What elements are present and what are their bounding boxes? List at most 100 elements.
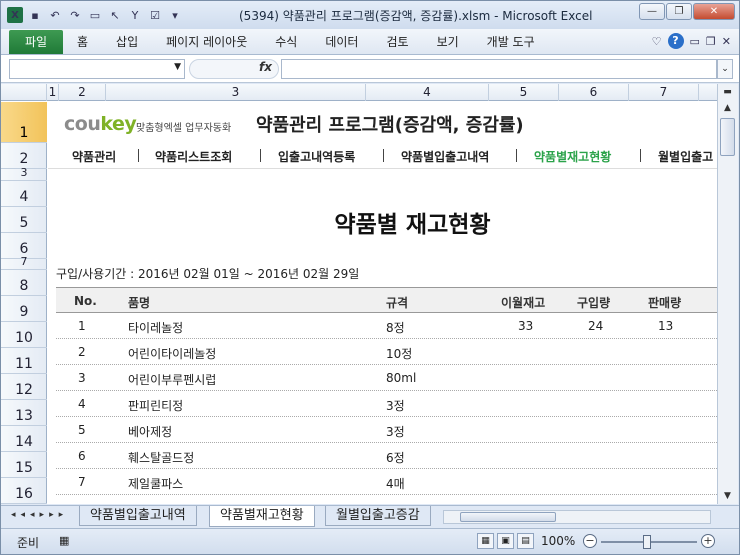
cell-spec[interactable]: 4매 [386, 475, 405, 492]
cell-name[interactable]: 어린이타이레놀정 [128, 345, 216, 362]
zoom-out-icon[interactable]: − [583, 534, 597, 548]
workbook-minimize-icon[interactable]: ▭ [690, 35, 700, 48]
column-header[interactable]: 3 [106, 84, 366, 101]
cell-no[interactable]: 3 [78, 371, 86, 385]
cell-spec[interactable]: 8정 [386, 319, 405, 336]
workbook-close-icon[interactable]: ✕ [722, 35, 731, 48]
name-box[interactable]: ▼ [9, 59, 185, 79]
column-header[interactable]: 6 [559, 84, 629, 101]
vertical-scroll-thumb[interactable] [720, 118, 735, 156]
cell-spec[interactable]: 6정 [386, 449, 405, 466]
name-box-dropdown-icon[interactable]: ▼ [174, 62, 181, 72]
redo-icon[interactable]: ↷ [67, 7, 83, 23]
zoom-level[interactable]: 100% [541, 534, 575, 548]
sheet-tab[interactable]: 약품별입출고내역 [79, 506, 197, 526]
help-icon[interactable]: ? [667, 33, 684, 49]
scroll-up-icon[interactable]: ▲ [718, 100, 737, 116]
tab-developer[interactable]: 개발 도구 [473, 33, 549, 50]
cell-no[interactable]: 5 [78, 423, 86, 437]
close-button[interactable]: ✕ [693, 3, 735, 20]
form-icon[interactable]: ▭ [87, 7, 103, 23]
zoom-in-icon[interactable]: + [701, 534, 715, 548]
horizontal-scroll-thumb[interactable] [460, 512, 556, 522]
row-header[interactable]: 7 [1, 255, 47, 270]
sheet-nav-arrows-icon[interactable]: ◂◂◂▸▸▸ [11, 510, 68, 520]
undo-icon[interactable]: ↶ [47, 7, 63, 23]
cell-name[interactable]: 제일쿨파스 [128, 475, 183, 492]
nav-drug-stock-status[interactable]: 약품별재고현황 [534, 148, 611, 165]
column-header[interactable]: 5 [489, 84, 559, 101]
zoom-slider-knob[interactable] [643, 535, 651, 549]
file-tab[interactable]: 파일 [9, 29, 63, 54]
row-header[interactable]: 1 [1, 102, 47, 143]
row-header[interactable]: 16 [1, 478, 47, 504]
cell-no[interactable]: 2 [78, 345, 86, 359]
cell-name[interactable]: 판피린티정 [128, 397, 183, 414]
restore-button[interactable]: ❐ [666, 3, 692, 20]
row-header[interactable]: 15 [1, 452, 47, 478]
row-header[interactable]: 8 [1, 270, 47, 296]
cell-no[interactable]: 4 [78, 397, 86, 411]
cell-name[interactable]: 어린이부루펜시럽 [128, 371, 216, 388]
tab-review[interactable]: 검토 [372, 33, 422, 50]
select-all-corner[interactable] [1, 84, 47, 101]
tab-data[interactable]: 데이터 [311, 33, 372, 50]
macro-record-icon[interactable]: ▦ [59, 534, 69, 547]
column-header[interactable]: 1 [47, 84, 59, 101]
page-layout-view-icon[interactable]: ▣ [497, 533, 514, 549]
cell-spec[interactable]: 10정 [386, 345, 412, 362]
cell-purchase[interactable]: 24 [588, 319, 603, 333]
cell-sales[interactable]: 13 [658, 319, 673, 333]
nav-inout-register[interactable]: 입출고내역등록 [278, 148, 355, 165]
tab-formulas[interactable]: 수식 [261, 33, 311, 50]
pointer-icon[interactable]: ↖ [107, 7, 123, 23]
row-header[interactable]: 3 [1, 166, 47, 181]
cell-no[interactable]: 1 [78, 319, 86, 333]
cell-name[interactable]: 훼스탈골드정 [128, 449, 194, 466]
expand-formula-bar-icon[interactable]: ⌄ [717, 59, 733, 79]
column-header-partial[interactable] [699, 84, 717, 101]
ribbon-collapse-icon[interactable]: ♡ [652, 35, 662, 48]
filter-icon[interactable]: Y [127, 7, 143, 23]
tab-home[interactable]: 홈 [63, 33, 102, 50]
excel-logo-icon[interactable]: X [7, 7, 23, 23]
tab-insert[interactable]: 삽입 [102, 33, 152, 50]
horizontal-scrollbar[interactable] [443, 510, 711, 524]
cell-name[interactable]: 베아제정 [128, 423, 172, 440]
cell-spec[interactable]: 80ml [386, 371, 416, 385]
row-header[interactable]: 10 [1, 322, 47, 348]
customize-qat-icon[interactable]: ▾ [167, 7, 183, 23]
scroll-down-icon[interactable]: ▼ [718, 488, 737, 504]
row-header[interactable]: 9 [1, 296, 47, 322]
tab-page-layout[interactable]: 페이지 레이아웃 [152, 33, 261, 50]
sheet-tab[interactable]: 월별입출고증감 [325, 506, 431, 526]
column-header[interactable]: 4 [366, 84, 489, 101]
formula-input[interactable] [281, 59, 717, 79]
row-header[interactable]: 11 [1, 348, 47, 374]
nav-drug-list[interactable]: 약품리스트조회 [155, 148, 232, 165]
column-header[interactable]: 7 [629, 84, 699, 101]
column-header[interactable]: 2 [59, 84, 106, 101]
row-header[interactable]: 13 [1, 400, 47, 426]
row-header[interactable]: 5 [1, 207, 47, 233]
tab-view[interactable]: 보기 [423, 33, 473, 50]
split-box-icon[interactable]: ▬ [718, 84, 737, 100]
row-header[interactable]: 12 [1, 374, 47, 400]
minimize-button[interactable]: — [639, 3, 665, 20]
page-break-view-icon[interactable]: ▤ [517, 533, 534, 549]
normal-view-icon[interactable]: ▦ [477, 533, 494, 549]
cell-carryover[interactable]: 33 [518, 319, 533, 333]
nav-drug-management[interactable]: 약품관리 [72, 148, 116, 165]
save-icon[interactable]: ▪ [27, 7, 43, 23]
row-header[interactable]: 4 [1, 181, 47, 207]
vertical-scrollbar[interactable]: ▬ ▲ ▼ [717, 84, 738, 504]
insert-function-icon[interactable]: fx [259, 60, 272, 74]
cell-spec[interactable]: 3정 [386, 397, 405, 414]
cell-spec[interactable]: 3정 [386, 423, 405, 440]
cell-no[interactable]: 6 [78, 449, 86, 463]
checklist-icon[interactable]: ☑ [147, 7, 163, 23]
cell-name[interactable]: 타이레놀정 [128, 319, 183, 336]
cell-no[interactable]: 7 [78, 475, 86, 489]
sheet-tab-active[interactable]: 약품별재고현황 [209, 506, 315, 527]
nav-drug-inout-history[interactable]: 약품별입출고내역 [401, 148, 489, 165]
